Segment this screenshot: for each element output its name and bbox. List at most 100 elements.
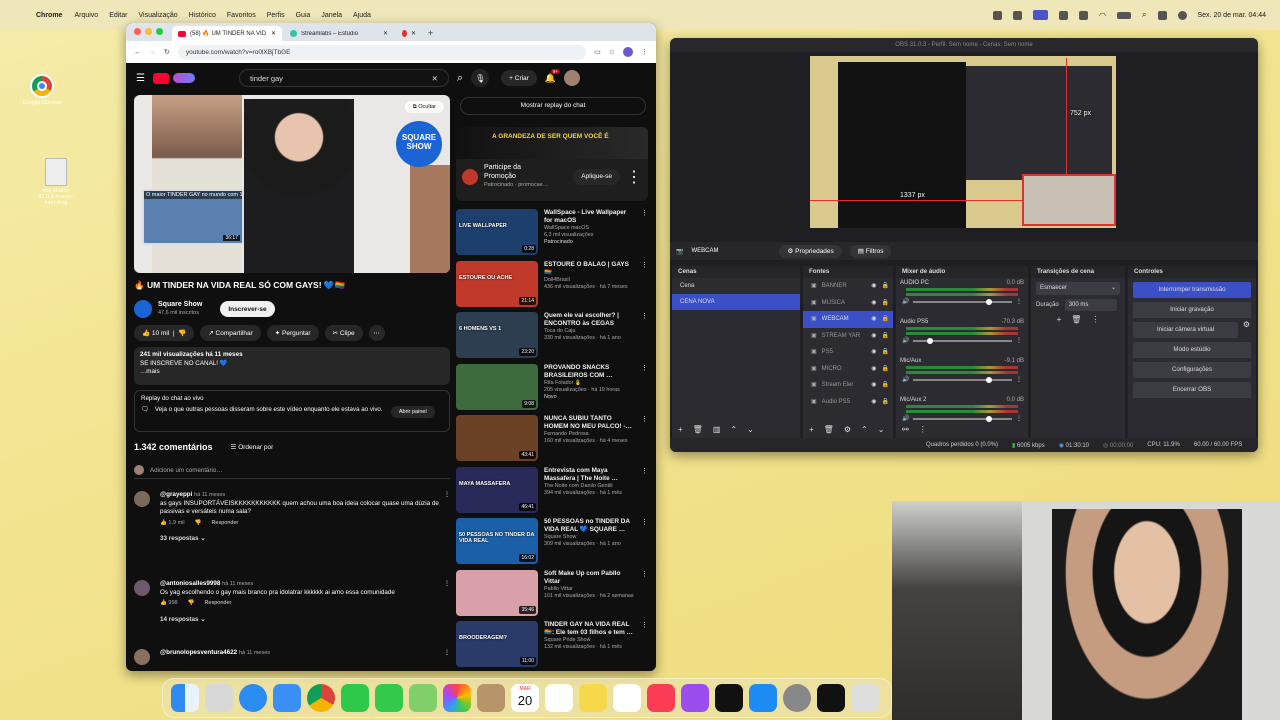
search-icon[interactable]: ⌕ — [1142, 10, 1146, 20]
source-item[interactable]: ▣ STREAM YAR ◉ 🔒 — [803, 328, 893, 345]
link-icon[interactable]: ⚯ — [902, 425, 909, 434]
eye-icon[interactable]: ◉ — [871, 295, 876, 311]
video-thumbnail[interactable]: 50 PESSOAS NO TINDER DA VIDA REAL 16:02 — [456, 518, 538, 564]
ad-cta-button[interactable]: Aplique-se — [573, 168, 620, 185]
description-box[interactable]: 241 mil visualizações há 11 meses SE INS… — [134, 347, 450, 385]
music-icon[interactable] — [647, 684, 675, 712]
menu-item[interactable]: Histórico — [189, 12, 216, 19]
tab-youtube[interactable]: (58) 🔥 UM TINDER NA VID… ✕ — [172, 26, 282, 41]
start-virtual-camera-button[interactable]: Iniciar câmera virtual — [1133, 322, 1238, 338]
forward-icon[interactable]: → — [149, 49, 156, 56]
kebab-menu-icon[interactable]: ⋮ — [919, 425, 927, 434]
battery-icon[interactable] — [1117, 11, 1132, 19]
channel-avatar[interactable] — [134, 300, 152, 318]
search-icon[interactable]: ⌕ — [457, 72, 463, 85]
inset-video-card[interactable]: O maior TINDER GAY no mundo com 10 … 36:… — [142, 189, 244, 245]
menu-item[interactable]: Janela — [321, 12, 342, 19]
related-video-title[interactable]: Entrevista com Maya Massafera | The Noit… — [544, 467, 635, 483]
eye-icon[interactable]: ◉ — [871, 344, 876, 360]
comment-user[interactable]: @brunolopesventura4622 — [160, 649, 237, 656]
status-icon[interactable] — [1013, 10, 1023, 20]
like-button[interactable]: 👍 10 mil | 👎 — [134, 325, 195, 341]
photos-icon[interactable] — [443, 684, 471, 712]
notes-icon[interactable] — [579, 684, 607, 712]
video-menu-icon[interactable]: ⋮ — [641, 261, 648, 307]
desktop-icon-dmg[interactable]: obs-studio-31.0.3-macos-intel.dmg — [34, 158, 78, 206]
reply-button[interactable]: Responder — [204, 599, 231, 608]
reply-button[interactable]: Responder — [211, 519, 238, 528]
comment-menu-icon[interactable]: ⋮ — [444, 649, 450, 658]
slider-handle[interactable] — [986, 376, 993, 383]
menu-clock[interactable]: Sex. 20 de mar. 04:44 — [1198, 12, 1267, 19]
related-video-title[interactable]: PROVANDO SNACKS BRASILEIROS COM … — [544, 364, 635, 380]
comment-like-button[interactable]: 👍 1,9 mil — [160, 519, 185, 528]
comment-menu-icon[interactable]: ⋮ — [444, 491, 450, 500]
kebab-menu-icon[interactable]: ⋮ — [641, 48, 648, 56]
facetime-icon[interactable] — [341, 684, 369, 712]
exit-obs-button[interactable]: Encerrar OBS — [1133, 382, 1251, 398]
video-thumbnail[interactable]: MAYA MASSAFERA 46:41 — [456, 466, 538, 513]
related-video-item[interactable]: ESTOURE OU ACHE 21:14 ESTOURE O BALÃO | … — [456, 260, 648, 307]
status-icon[interactable] — [1059, 10, 1069, 20]
finder-icon[interactable] — [171, 684, 199, 712]
speaker-icon[interactable]: 🔊 — [902, 337, 909, 344]
back-icon[interactable]: ← — [134, 49, 141, 56]
down-icon[interactable]: ⌄ — [878, 425, 885, 434]
menu-item[interactable]: Arquivo — [74, 12, 98, 19]
video-thumbnail[interactable]: 35:46 — [456, 569, 538, 616]
start-recording-button[interactable]: Iniciar gravação — [1133, 302, 1251, 318]
related-video-item[interactable]: 9:08 PROVANDO SNACKS BRASILEIROS COM … R… — [456, 363, 648, 410]
settings-button[interactable]: Configurações — [1133, 362, 1251, 378]
lock-icon[interactable]: 🔒 — [882, 394, 889, 410]
add-icon[interactable]: + — [809, 425, 814, 434]
source-item[interactable]: ▣ Stream Eler ◉ 🔒 — [803, 377, 893, 394]
related-video-title[interactable]: Quem ele vai escolher? | ENCONTRO às CEG… — [544, 312, 635, 328]
duration-input[interactable]: 300 ms — [1064, 299, 1117, 311]
contacts-icon[interactable] — [477, 684, 505, 712]
source-item[interactable]: ▣ BANNER ◉ 🔒 — [803, 278, 893, 295]
channel-name[interactable]: Square Show — [158, 300, 202, 309]
apple-tv-icon[interactable] — [715, 684, 743, 712]
clear-search-icon[interactable]: ✕ — [432, 74, 438, 83]
add-icon[interactable]: + — [678, 425, 683, 434]
speaker-icon[interactable]: 🔊 — [902, 376, 909, 383]
trash-icon[interactable]: 🗑 — [1071, 315, 1081, 324]
gear-icon[interactable]: ⚙ — [1243, 320, 1250, 329]
properties-button[interactable]: ⚙ Propriedades — [779, 244, 842, 258]
youtube-logo[interactable] — [152, 72, 169, 84]
more-link[interactable]: …mais — [140, 368, 444, 377]
sponsored-ad[interactable]: A GRANDEZA DE SER QUEM VOCÊ É Participe … — [456, 127, 648, 201]
related-video-title[interactable]: Soft Make Up com Pabllo Vittar — [544, 570, 635, 586]
menu-item[interactable]: Visualização — [138, 12, 177, 19]
related-video-channel[interactable]: Rita Folador 🍍 — [544, 380, 635, 387]
related-video-channel[interactable]: WallSpace macOS — [544, 225, 635, 232]
related-video-channel[interactable]: Toca do Caju — [544, 328, 635, 335]
preview-icon[interactable] — [851, 684, 879, 712]
sort-button[interactable]: ☰ Ordenar por — [231, 443, 274, 451]
volume-slider[interactable] — [913, 376, 1012, 383]
menu-item[interactable]: Guia — [296, 12, 311, 19]
video-menu-icon[interactable]: ⋮ — [641, 467, 648, 513]
hamburger-menu-icon[interactable]: ☰ — [136, 73, 145, 84]
video-thumbnail[interactable]: 43:41 — [456, 415, 538, 461]
kebab-menu-icon[interactable]: ⋮ — [1016, 337, 1022, 344]
screen-share-icon[interactable] — [1033, 10, 1049, 20]
related-video-channel[interactable]: Square Show — [544, 534, 635, 541]
eye-icon[interactable]: ◉ — [871, 394, 876, 410]
lock-icon[interactable]: 🔒 — [882, 311, 889, 327]
volume-slider[interactable] — [913, 298, 1012, 305]
menu-item[interactable]: Ajuda — [353, 12, 371, 19]
eye-icon[interactable]: ◉ — [871, 361, 876, 377]
related-video-title[interactable]: NUNCA SUBIU TANTO HOMEM NO MEU PALCO! -… — [544, 415, 635, 431]
related-video-channel[interactable]: Square Pride Show — [544, 637, 635, 644]
replies-toggle[interactable]: 14 respostas ⌄ — [160, 616, 450, 625]
close-icon[interactable]: ✕ — [271, 30, 276, 37]
slider-handle[interactable] — [927, 337, 934, 344]
slider-handle[interactable] — [986, 415, 993, 422]
close-window-button[interactable] — [134, 28, 141, 35]
launchpad-icon[interactable] — [205, 684, 233, 712]
wifi-icon[interactable]: ◠ — [1099, 11, 1106, 20]
maps-icon[interactable] — [409, 684, 437, 712]
new-tab-icon[interactable]: + — [424, 28, 437, 41]
lock-icon[interactable]: 🔒 — [882, 377, 889, 393]
